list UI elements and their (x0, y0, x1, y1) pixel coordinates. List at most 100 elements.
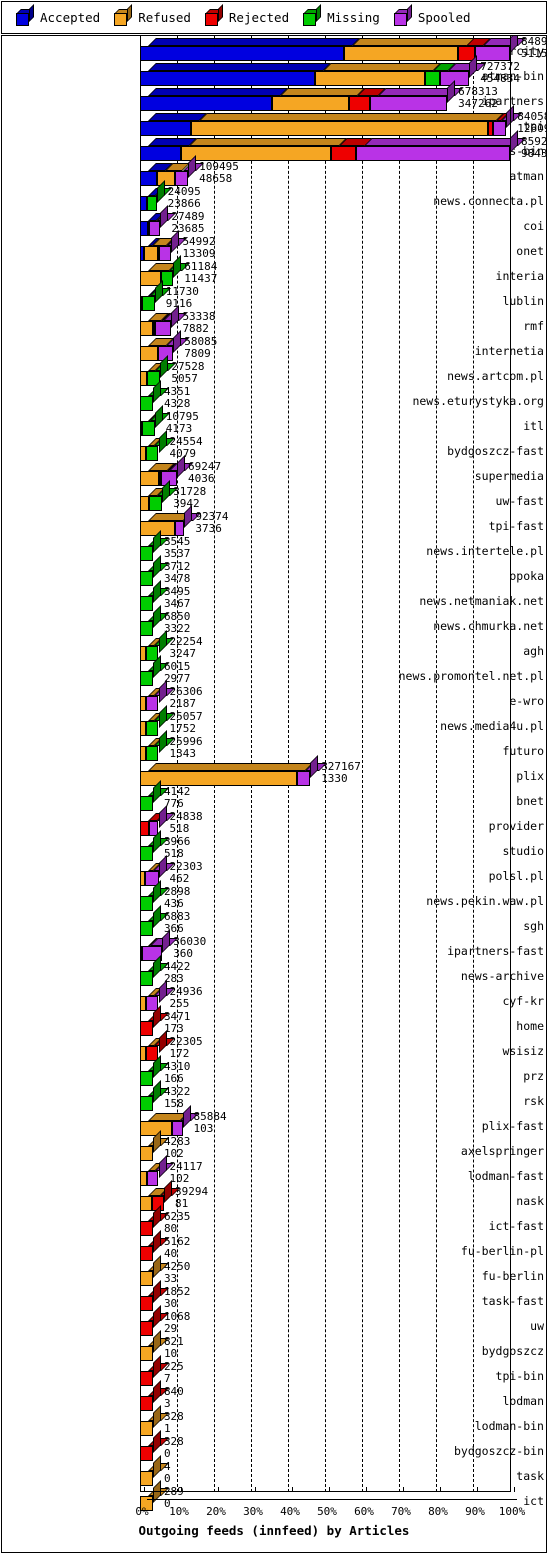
bar-segment-refused[interactable] (272, 96, 349, 111)
stacked-bar[interactable] (140, 505, 201, 536)
stacked-bar[interactable] (140, 80, 464, 111)
bar-segment-missing[interactable] (140, 396, 153, 411)
stacked-bar[interactable] (140, 1130, 169, 1161)
bar-segment-refused[interactable] (140, 1146, 153, 1161)
bar-segment-spooled[interactable] (149, 221, 161, 236)
bar-segment-missing[interactable] (140, 896, 153, 911)
stacked-bar[interactable] (140, 1255, 169, 1286)
stacked-bar[interactable] (140, 530, 169, 561)
stacked-bar[interactable] (140, 730, 175, 761)
bar-segment-spooled[interactable] (370, 96, 448, 111)
stacked-bar[interactable] (140, 680, 175, 711)
stacked-bar[interactable] (140, 280, 171, 311)
bar-segment-missing[interactable] (140, 921, 153, 936)
stacked-bar[interactable] (140, 405, 171, 436)
bar-segment-rejected[interactable] (140, 1221, 153, 1236)
bar-segment-refused[interactable] (140, 1196, 153, 1211)
bar-segment-rejected[interactable] (140, 1021, 153, 1036)
stacked-bar[interactable] (140, 430, 175, 461)
stacked-bar[interactable] (140, 480, 179, 511)
bar-segment-refused[interactable] (140, 371, 147, 386)
bar-segment-refused[interactable] (140, 771, 297, 786)
bar-segment-rejected[interactable] (140, 1296, 153, 1311)
bar-segment-refused[interactable] (191, 121, 488, 136)
stacked-bar[interactable] (140, 1430, 169, 1461)
bar-segment-rejected[interactable] (140, 1321, 153, 1336)
stacked-bar[interactable] (140, 455, 193, 486)
bar-segment-spooled[interactable] (493, 121, 507, 136)
bar-segment-refused[interactable] (140, 1271, 153, 1286)
stacked-bar[interactable] (140, 1105, 199, 1136)
stacked-bar[interactable] (140, 36, 526, 61)
bar-segment-spooled[interactable] (174, 521, 185, 536)
bar-segment-refused[interactable] (180, 146, 331, 161)
bar-segment-missing[interactable] (145, 446, 159, 461)
bar-segment-rejected[interactable] (330, 146, 357, 161)
bar-segment-spooled[interactable] (155, 321, 172, 336)
stacked-bar[interactable] (140, 780, 169, 811)
bar-segment-refused[interactable] (140, 1421, 153, 1436)
bar-segment-missing[interactable] (140, 971, 153, 986)
bar-segment-spooled[interactable] (171, 1121, 183, 1136)
bar-segment-missing[interactable] (140, 571, 153, 586)
stacked-bar[interactable] (140, 1380, 169, 1411)
stacked-bar[interactable] (140, 955, 169, 986)
stacked-bar[interactable] (140, 180, 173, 211)
bar-segment-missing[interactable] (140, 671, 153, 686)
bar-segment-accepted[interactable] (140, 146, 181, 161)
bar-segment-missing[interactable] (140, 596, 153, 611)
bar-segment-spooled[interactable] (296, 771, 311, 786)
stacked-bar[interactable] (140, 305, 188, 336)
bar-segment-spooled[interactable] (174, 171, 189, 186)
stacked-bar[interactable] (140, 1405, 169, 1436)
bar-segment-accepted[interactable] (140, 196, 148, 211)
bar-segment-spooled[interactable] (147, 1171, 159, 1186)
bar-segment-refused[interactable] (140, 1171, 148, 1186)
bar-segment-refused[interactable] (140, 496, 149, 511)
bar-segment-missing[interactable] (140, 1096, 153, 1111)
bar-segment-refused[interactable] (314, 71, 425, 86)
bar-segment-accepted[interactable] (140, 46, 344, 61)
bar-segment-missing[interactable] (140, 546, 153, 561)
bar-segment-rejected[interactable] (140, 821, 149, 836)
bar-segment-rejected[interactable] (140, 1396, 153, 1411)
bar-segment-refused[interactable] (140, 321, 154, 336)
bar-segment-rejected[interactable] (140, 1446, 153, 1461)
bar-segment-accepted[interactable] (140, 121, 192, 136)
bar-segment-missing[interactable] (147, 196, 157, 211)
stacked-bar[interactable] (140, 55, 486, 86)
bar-segment-rejected[interactable] (348, 96, 371, 111)
stacked-bar[interactable] (140, 105, 523, 136)
stacked-bar[interactable] (140, 655, 169, 686)
bar-segment-spooled[interactable] (474, 46, 510, 61)
bar-segment-accepted[interactable] (140, 171, 158, 186)
stacked-bar[interactable] (140, 705, 175, 736)
stacked-bar[interactable] (140, 1280, 169, 1311)
stacked-bar[interactable] (140, 830, 169, 861)
stacked-bar[interactable] (140, 580, 169, 611)
stacked-bar[interactable] (140, 1330, 169, 1361)
bar-segment-missing[interactable] (140, 846, 153, 861)
stacked-bar[interactable] (140, 1305, 169, 1336)
bar-segment-missing[interactable] (142, 296, 155, 311)
stacked-bar[interactable] (140, 255, 190, 286)
bar-segment-rejected[interactable] (140, 1371, 153, 1386)
bar-segment-refused[interactable] (140, 471, 160, 486)
stacked-bar[interactable] (140, 1205, 169, 1236)
stacked-bar[interactable] (140, 1080, 169, 1111)
bar-segment-refused[interactable] (140, 1471, 153, 1486)
stacked-bar[interactable] (140, 755, 327, 786)
bar-segment-missing[interactable] (148, 496, 163, 511)
bar-segment-accepted[interactable] (140, 96, 273, 111)
bar-segment-missing[interactable] (142, 421, 155, 436)
stacked-bar[interactable] (140, 1455, 169, 1486)
stacked-bar[interactable] (140, 205, 177, 236)
stacked-bar[interactable] (140, 880, 169, 911)
bar-segment-missing[interactable] (145, 746, 159, 761)
bar-segment-missing[interactable] (424, 71, 440, 86)
bar-segment-accepted[interactable] (140, 71, 315, 86)
stacked-bar[interactable] (140, 1055, 169, 1086)
bar-segment-refused[interactable] (343, 46, 459, 61)
stacked-bar[interactable] (140, 1355, 169, 1386)
stacked-bar[interactable] (140, 605, 169, 636)
